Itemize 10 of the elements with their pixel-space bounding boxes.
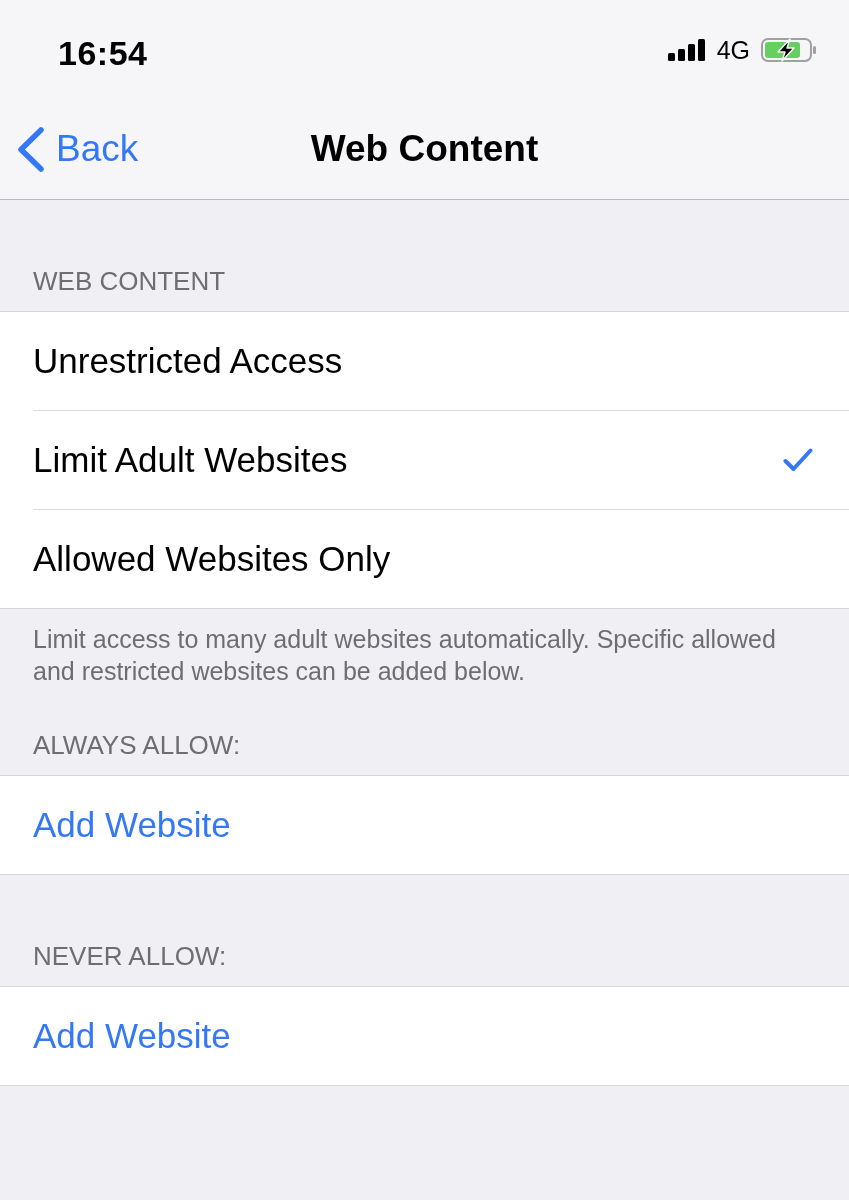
section-footer-text: Limit access to many adult websites automatically. Specific allowed and restricted websites can be added below. xyxy=(32,624,777,687)
signal-icon xyxy=(667,39,706,61)
chevron-left-icon xyxy=(17,127,44,172)
status-time: 16:54 xyxy=(58,32,148,74)
section-header: ALWAYS ALLOW: xyxy=(32,729,242,762)
network-label: 4G xyxy=(716,37,750,63)
section-header: NEVER ALLOW: xyxy=(32,940,228,973)
screen-title: Web Content xyxy=(310,127,539,172)
section-header: WEB CONTENT xyxy=(32,265,227,298)
back-button[interactable]: Back xyxy=(0,127,139,172)
